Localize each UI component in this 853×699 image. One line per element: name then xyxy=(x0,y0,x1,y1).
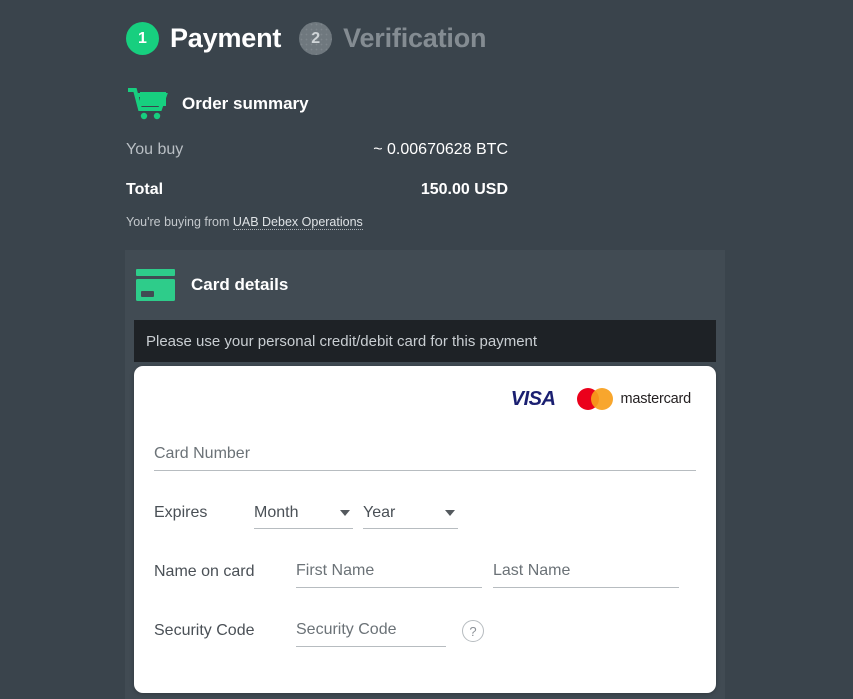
visa-logo: VISA xyxy=(510,387,556,410)
card-number-input[interactable] xyxy=(154,442,696,471)
expiry-month-select[interactable]: Month xyxy=(254,501,353,529)
name-on-card-label: Name on card xyxy=(154,563,255,580)
payment-page: 1 Payment 2 Verification Order summary Y… xyxy=(0,0,853,699)
step-verification-label: Verification xyxy=(343,23,487,53)
total-label: Total xyxy=(126,181,164,198)
you-buy-row: You buy ~ 0.00670628 BTC xyxy=(126,141,508,159)
expires-label: Expires xyxy=(154,504,208,521)
step-payment-badge: 1 xyxy=(126,22,159,55)
security-code-input[interactable] xyxy=(296,618,446,647)
step-payment-label: Payment xyxy=(170,23,282,53)
mastercard-wordmark: mastercard xyxy=(620,391,691,407)
order-summary-section: Order summary You buy ~ 0.00670628 BTC T… xyxy=(126,82,508,230)
security-code-row: Security Code ? xyxy=(154,618,696,647)
security-code-label: Security Code xyxy=(154,622,255,639)
mastercard-logo: mastercard xyxy=(577,388,691,410)
checkout-steps: 1 Payment 2 Verification xyxy=(126,22,487,55)
security-code-help-icon[interactable]: ? xyxy=(462,620,484,642)
expiry-month-wrapper: Month xyxy=(254,501,353,529)
card-details-section: Card details Please use your personal cr… xyxy=(125,250,725,699)
you-buy-label: You buy xyxy=(126,141,184,158)
name-row: Name on card xyxy=(154,559,696,588)
card-form-panel: VISA mastercard Expires Month xyxy=(134,366,716,693)
order-summary-title: Order summary xyxy=(182,94,309,113)
step-verification[interactable]: 2 Verification xyxy=(299,22,487,55)
expiry-row: Expires Month Year xyxy=(154,501,696,529)
expiry-year-select[interactable]: Year xyxy=(363,501,458,529)
mastercard-circles-icon xyxy=(577,388,614,410)
total-value: 150.00 USD xyxy=(420,181,508,198)
credit-card-icon xyxy=(135,268,176,302)
seller-name-link[interactable]: UAB Debex Operations xyxy=(232,215,363,230)
shopping-cart-icon xyxy=(126,87,168,121)
card-brand-logos: VISA mastercard xyxy=(154,384,691,414)
card-notice-banner: Please use your personal credit/debit ca… xyxy=(134,320,716,362)
first-name-input[interactable] xyxy=(296,559,482,588)
seller-prefix: You're buying from xyxy=(126,215,233,229)
last-name-input[interactable] xyxy=(493,559,679,588)
step-payment[interactable]: 1 Payment xyxy=(126,22,281,55)
step-verification-badge: 2 xyxy=(299,22,333,55)
expiry-year-wrapper: Year xyxy=(363,501,458,529)
total-row: Total 150.00 USD xyxy=(126,181,508,199)
order-summary-header: Order summary xyxy=(126,82,508,126)
seller-note: You're buying from UAB Debex Operations xyxy=(126,215,508,230)
you-buy-value: ~ 0.00670628 BTC xyxy=(373,141,508,158)
card-details-title: Card details xyxy=(191,275,289,294)
card-details-header: Card details xyxy=(125,250,725,320)
